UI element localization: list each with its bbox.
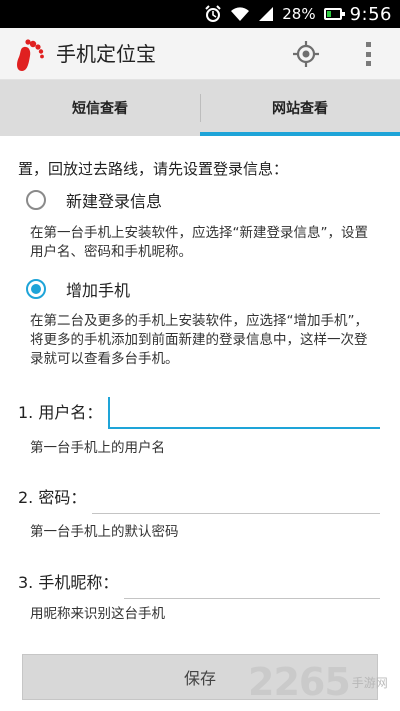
tab-bar: 短信查看 网站查看 [0,80,400,136]
option-new-login[interactable]: 新建登录信息 [26,188,162,212]
radio-add-phone[interactable] [26,279,46,299]
username-hint: 第一台手机上的用户名 [30,440,165,456]
intro-text: 置，回放过去路线，请先设置登录信息： [18,160,289,178]
clock: 9:56 [349,3,392,25]
tab-sms-view-label: 短信查看 [72,101,128,117]
username-label: 1. 用户名： [18,403,103,422]
action-bar: 手机定位宝 [0,28,400,80]
nickname-row: 3. 手机昵称： [18,565,380,599]
username-input[interactable] [108,397,380,429]
password-row: 2. 密码： [18,480,380,514]
password-input[interactable] [92,482,380,514]
tab-divider [200,94,201,122]
app-title: 手机定位宝 [56,42,156,66]
status-bar: 28% 9:56 [0,0,400,28]
battery-icon [323,8,345,20]
option-add-phone-description: 在第二台及更多的手机上安装软件，应选择“增加手机”，将更多的手机添加到前面新建的… [30,313,368,367]
footprint-icon[interactable] [12,37,46,73]
status-icons: 28% 9:56 [204,0,392,28]
overflow-menu-icon[interactable] [358,40,378,68]
password-label: 2. 密码： [18,488,87,507]
nickname-input[interactable] [124,567,380,599]
option-new-login-description: 在第一台手机上安装软件，应选择“新建登录信息”，设置用户名、密码和手机昵称。 [30,225,368,260]
option-add-phone-label: 增加手机 [66,281,131,300]
password-hint: 第一台手机上的默认密码 [30,524,179,540]
watermark-text: 手游网 [351,675,388,690]
battery-percent: 28% [282,5,316,23]
username-row: 1. 用户名： [18,395,380,429]
option-add-phone[interactable]: 增加手机 [26,277,130,301]
watermark-logo: 2265 手游网 [248,660,398,704]
wifi-icon [230,6,250,22]
tab-website-view[interactable]: 网站查看 [200,80,400,136]
alarm-icon [204,5,222,23]
nickname-hint: 用昵称来识别这台手机 [30,606,165,622]
radio-new-login[interactable] [26,190,46,210]
nickname-label: 3. 手机昵称： [18,573,119,592]
tab-sms-view[interactable]: 短信查看 [0,80,200,136]
signal-icon [258,6,274,22]
watermark-number: 2265 [248,660,351,704]
tab-website-view-label: 网站查看 [272,101,328,117]
locate-icon[interactable] [292,40,320,68]
option-new-login-label: 新建登录信息 [66,192,163,211]
